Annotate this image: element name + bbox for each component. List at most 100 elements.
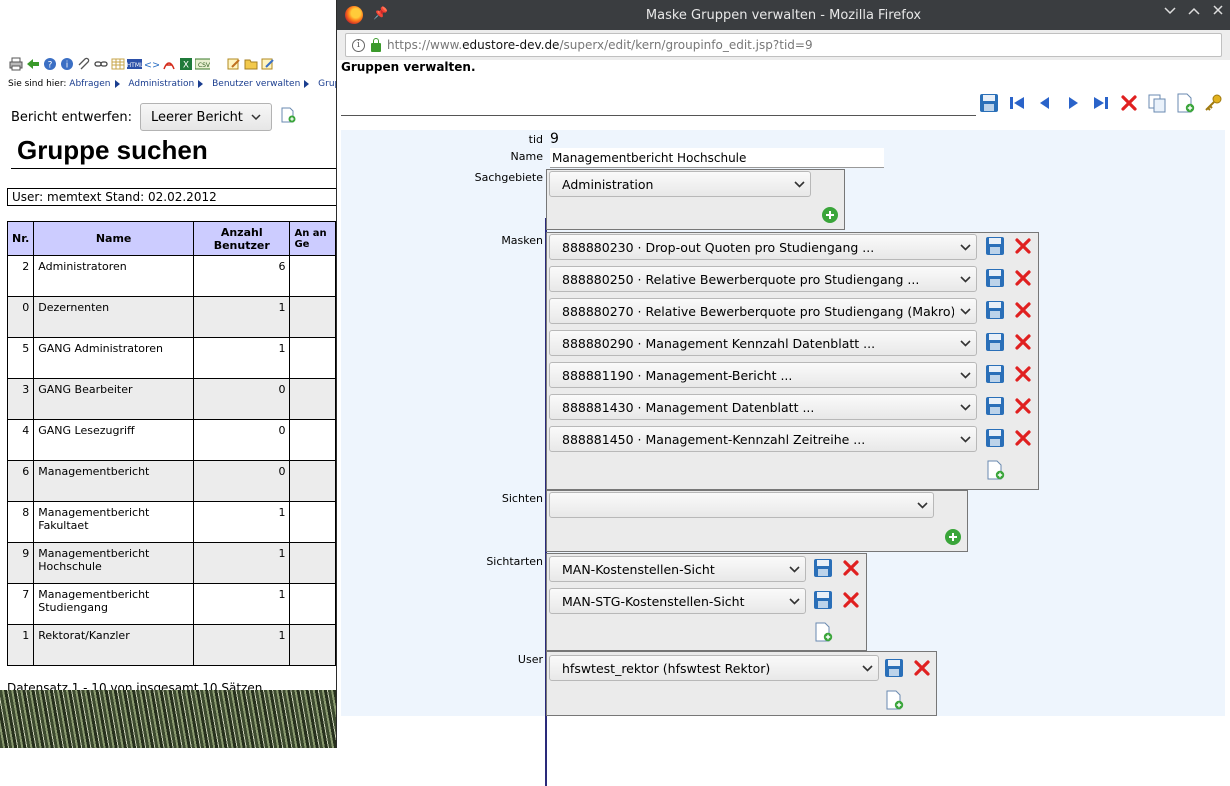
next-record-button[interactable] — [1062, 92, 1084, 114]
table-row[interactable]: 1 Rektorat/Kanzler 1 — [6, 624, 336, 666]
chevron-down-icon — [954, 307, 976, 315]
minimize-chevron-icon[interactable] — [1164, 4, 1176, 20]
add-user-button[interactable] — [883, 689, 905, 711]
table-row[interactable]: 7 Managementbericht Studiengang 1 — [6, 583, 336, 625]
last-record-button[interactable] — [1090, 92, 1112, 114]
delete-maske-button[interactable] — [1012, 236, 1034, 258]
print-icon[interactable] — [8, 57, 23, 72]
info-icon[interactable]: i — [59, 57, 74, 72]
save-icon — [885, 659, 903, 677]
table-row[interactable]: 2 Administratoren 6 — [6, 255, 336, 297]
sichtart-dropdown[interactable]: MAN-Kostenstellen-Sicht — [549, 556, 806, 582]
page-heading: Gruppen verwalten. — [341, 60, 476, 74]
save-maske-button[interactable] — [984, 428, 1006, 450]
excel-export-icon[interactable]: X — [178, 57, 193, 72]
folder-open-icon[interactable] — [243, 57, 258, 72]
delete-maske-button[interactable] — [1012, 300, 1034, 322]
add-sachgebiet-button[interactable] — [819, 204, 841, 226]
delete-record-button[interactable] — [1118, 92, 1140, 114]
key-button[interactable] — [1202, 92, 1224, 114]
delete-sichtart-button[interactable] — [840, 590, 862, 612]
maximize-chevron-icon[interactable] — [1188, 4, 1200, 20]
maske-dropdown[interactable]: 888881190 · Management-Bericht ... — [549, 362, 977, 388]
help-icon[interactable]: ? — [42, 57, 57, 72]
sichtart-dropdown[interactable]: MAN-STG-Kostenstellen-Sicht — [549, 588, 806, 614]
table-row[interactable]: 4 GANG Lesezugriff 0 — [6, 419, 336, 461]
link-icon[interactable] — [93, 57, 108, 72]
maske-value: 888880230 · Drop-out Quoten pro Studieng… — [562, 239, 875, 255]
column-header-name[interactable]: Name — [33, 221, 194, 256]
save-maske-button[interactable] — [984, 236, 1006, 258]
delete-maske-button[interactable] — [1012, 364, 1034, 386]
url-bar[interactable]: i https://www.edustore-dev.de/superx/edi… — [345, 33, 1222, 57]
xml-export-icon[interactable]: <> — [144, 57, 159, 72]
edit-note-2-icon[interactable] — [260, 57, 275, 72]
save-maske-button[interactable] — [984, 300, 1006, 322]
cell-empty — [289, 501, 336, 543]
close-icon[interactable] — [1212, 4, 1224, 20]
new-record-button[interactable] — [1174, 92, 1196, 114]
save-maske-button[interactable] — [984, 364, 1006, 386]
add-icon — [822, 207, 838, 223]
table-row[interactable]: 5 GANG Administratoren 1 — [6, 337, 336, 379]
html-export-icon[interactable]: HTML — [127, 57, 142, 72]
pin-icon[interactable]: 📌 — [373, 6, 388, 20]
save-maske-button[interactable] — [984, 268, 1006, 290]
site-info-icon[interactable]: i — [352, 38, 365, 52]
first-record-button[interactable] — [1006, 92, 1028, 114]
breadcrumb-arrow-icon — [114, 79, 120, 88]
delete-maske-button[interactable] — [1012, 428, 1034, 450]
save-button[interactable] — [978, 92, 1000, 114]
table-row[interactable]: 3 GANG Bearbeiter 0 — [6, 378, 336, 420]
breadcrumb-item-administration[interactable]: Administration — [128, 79, 194, 89]
save-user-button[interactable] — [883, 657, 905, 679]
breadcrumb-item-gruppe-suchen[interactable]: Gruppe su — [318, 79, 336, 89]
save-maske-button[interactable] — [984, 396, 1006, 418]
bericht-select[interactable]: Leerer Bericht — [140, 103, 272, 131]
maske-dropdown[interactable]: 888880250 · Relative Bewerberquote pro S… — [549, 266, 977, 292]
table-row[interactable]: 8 Managementbericht Fakultaet 1 — [6, 501, 336, 543]
back-arrow-icon[interactable] — [25, 57, 40, 72]
new-report-icon[interactable] — [280, 107, 296, 127]
previous-record-button[interactable] — [1034, 92, 1056, 114]
column-header-anzahl-ge[interactable]: An an Ge — [289, 221, 336, 256]
maske-dropdown[interactable]: 888880270 · Relative Bewerberquote pro S… — [549, 298, 977, 324]
edit-note-icon[interactable] — [226, 57, 241, 72]
delete-icon — [842, 559, 860, 580]
attachment-icon[interactable] — [76, 57, 91, 72]
table-row[interactable]: 9 Managementbericht Hochschule 1 — [6, 542, 336, 584]
delete-sichtart-button[interactable] — [840, 558, 862, 580]
svg-text:<>: <> — [145, 60, 159, 71]
delete-maske-button[interactable] — [1012, 268, 1034, 290]
column-header-anzahl[interactable]: Anzahl Benutzer — [192, 221, 291, 256]
maske-dropdown[interactable]: 888880230 · Drop-out Quoten pro Studieng… — [549, 234, 977, 260]
column-header-nr[interactable]: Nr. — [6, 221, 35, 256]
copy-record-button[interactable] — [1146, 92, 1168, 114]
sicht-dropdown[interactable] — [549, 492, 934, 518]
maske-dropdown[interactable]: 888880290 · Management Kennzahl Datenbla… — [549, 330, 977, 356]
maske-dropdown[interactable]: 888881450 · Management-Kennzahl Zeitreih… — [549, 426, 977, 452]
maske-dropdown[interactable]: 888881430 · Management Datenblatt ... — [549, 394, 977, 420]
user-dropdown[interactable]: hfswtest_rektor (hfswtest Rektor) — [549, 655, 879, 681]
add-sicht-button[interactable] — [942, 526, 964, 548]
chevron-down-icon — [788, 180, 810, 188]
pdf-export-icon[interactable] — [161, 57, 176, 72]
csv-export-icon[interactable]: CSV — [195, 57, 210, 72]
save-sichtart-button[interactable] — [812, 558, 834, 580]
sachgebiet-dropdown[interactable]: Administration — [549, 171, 811, 197]
breadcrumb-item-abfragen[interactable]: Abfragen — [69, 79, 110, 89]
table-icon[interactable] — [110, 57, 125, 72]
window-titlebar[interactable]: 📌 Maske Gruppen verwalten - Mozilla Fire… — [337, 0, 1230, 30]
add-maske-button[interactable] — [984, 460, 1006, 482]
save-sichtart-button[interactable] — [812, 590, 834, 612]
table-row[interactable]: 6 Managementbericht 0 — [6, 460, 336, 502]
table-row[interactable]: 0 Dezernenten 1 — [6, 296, 336, 338]
delete-user-button[interactable] — [911, 657, 933, 679]
delete-maske-button[interactable] — [1012, 396, 1034, 418]
save-maske-button[interactable] — [984, 332, 1006, 354]
add-sichtart-button[interactable] — [812, 622, 834, 644]
delete-maske-button[interactable] — [1012, 332, 1034, 354]
name-input[interactable] — [550, 148, 884, 168]
breadcrumb-item-benutzer-verwalten[interactable]: Benutzer verwalten — [212, 79, 300, 89]
chevron-down-icon — [954, 339, 976, 347]
